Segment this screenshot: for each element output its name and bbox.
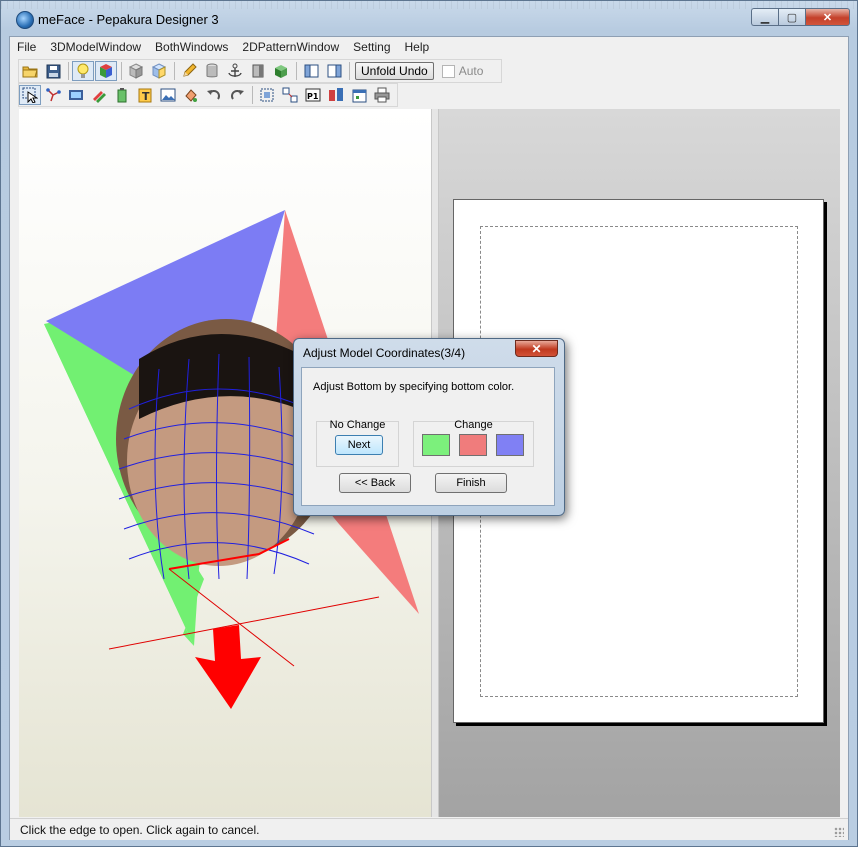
toolbar-separator xyxy=(252,86,253,104)
toolbar-separator xyxy=(68,62,69,80)
main-toolbar: Unfold Undo Auto xyxy=(18,59,502,83)
right-panel-icon[interactable] xyxy=(323,61,345,81)
close-button[interactable]: ✕ xyxy=(805,8,850,26)
menu-3dmodelwindow[interactable]: 3DModelWindow xyxy=(43,37,148,57)
toolbar-separator xyxy=(349,62,350,80)
anchor-icon[interactable] xyxy=(224,61,246,81)
green-swatch-button[interactable] xyxy=(422,434,450,456)
blue-cube-icon[interactable] xyxy=(148,61,170,81)
toolbar-separator xyxy=(121,62,122,80)
svg-text:T: T xyxy=(142,90,150,103)
no-change-label: No Change xyxy=(329,419,386,431)
calendar-icon[interactable] xyxy=(348,85,370,105)
menu-help[interactable]: Help xyxy=(398,37,437,57)
cylinder-icon[interactable] xyxy=(201,61,223,81)
film-icon[interactable] xyxy=(65,85,87,105)
edit-toolbar: T P1 xyxy=(18,83,398,107)
dialog-title: Adjust Model Coordinates(3/4) xyxy=(303,346,466,360)
cube-arrow-icon[interactable] xyxy=(270,61,292,81)
finish-button[interactable]: Finish xyxy=(435,473,507,493)
edge-connect-icon[interactable] xyxy=(42,85,64,105)
down-arrow-icon xyxy=(195,625,261,709)
resize-grip-icon[interactable] xyxy=(834,827,844,837)
select-arrow-icon[interactable] xyxy=(19,85,41,105)
red-swatch-button[interactable] xyxy=(459,434,487,456)
menu-2dpatternwindow[interactable]: 2DPatternWindow xyxy=(235,37,346,57)
unfold-undo-button[interactable]: Unfold Undo xyxy=(355,62,434,80)
minimize-button[interactable]: ▁ xyxy=(751,8,778,26)
dialog-body: Adjust Bottom by specifying bottom color… xyxy=(301,367,555,506)
layout-icon[interactable] xyxy=(325,85,347,105)
menu-file[interactable]: File xyxy=(10,37,43,57)
color-pens-icon[interactable] xyxy=(88,85,110,105)
panel-icon[interactable] xyxy=(247,61,269,81)
text-tool-icon[interactable]: T xyxy=(134,85,156,105)
no-change-group: No Change Next xyxy=(316,419,399,467)
change-label: Change xyxy=(454,419,493,431)
image-tool-icon[interactable] xyxy=(157,85,179,105)
maximize-button[interactable]: ▢ xyxy=(778,8,805,26)
rotate-cw-icon[interactable] xyxy=(226,85,248,105)
grey-cube-icon[interactable] xyxy=(125,61,147,81)
title-bar[interactable]: meFace - Pepakura Designer 3 ▁ ▢ ✕ xyxy=(1,1,857,35)
left-panel-icon[interactable] xyxy=(300,61,322,81)
menu-bar: File 3DModelWindow BothWindows 2DPattern… xyxy=(10,37,848,57)
axis-line-x xyxy=(108,596,380,650)
lightbulb-icon[interactable] xyxy=(72,61,94,81)
menu-setting[interactable]: Setting xyxy=(346,37,397,57)
back-button[interactable]: << Back xyxy=(339,473,411,493)
change-group: Change xyxy=(413,419,534,467)
auto-checkbox-label: Auto xyxy=(458,64,484,78)
next-button[interactable]: Next xyxy=(335,435,383,455)
dialog-close-button[interactable]: ✕ xyxy=(515,340,558,357)
fit-frame-icon[interactable] xyxy=(256,85,278,105)
status-bar: Click the edge to open. Click again to c… xyxy=(10,818,848,840)
arrange-parts-icon[interactable] xyxy=(279,85,301,105)
svg-text:P1: P1 xyxy=(307,92,319,101)
auto-checkbox[interactable]: Auto xyxy=(441,64,484,78)
dialog-message: Adjust Bottom by specifying bottom color… xyxy=(313,381,515,393)
background-ruler-strip xyxy=(1,1,857,9)
window-title: meFace - Pepakura Designer 3 xyxy=(38,12,219,27)
window-controls: ▁ ▢ ✕ xyxy=(751,8,850,26)
toolbar-separator xyxy=(296,62,297,80)
status-text: Click the edge to open. Click again to c… xyxy=(20,823,260,837)
battery-icon[interactable] xyxy=(111,85,133,105)
app-logo-icon xyxy=(16,11,34,29)
menu-bothwindows[interactable]: BothWindows xyxy=(148,37,235,57)
blue-swatch-button[interactable] xyxy=(496,434,524,456)
open-folder-icon[interactable] xyxy=(19,61,41,81)
auto-checkbox-box[interactable] xyxy=(441,64,455,78)
printer-icon[interactable] xyxy=(371,85,393,105)
page-one-icon[interactable]: P1 xyxy=(302,85,324,105)
save-icon[interactable] xyxy=(42,61,64,81)
toolbar-separator xyxy=(174,62,175,80)
paint-icon[interactable] xyxy=(180,85,202,105)
pencil-icon[interactable] xyxy=(178,61,200,81)
app-window: meFace - Pepakura Designer 3 ▁ ▢ ✕ File … xyxy=(0,0,858,847)
color-cube-icon[interactable] xyxy=(95,61,117,81)
rotate-ccw-icon[interactable] xyxy=(203,85,225,105)
adjust-coordinates-dialog: Adjust Model Coordinates(3/4) ✕ Adjust B… xyxy=(293,338,565,516)
